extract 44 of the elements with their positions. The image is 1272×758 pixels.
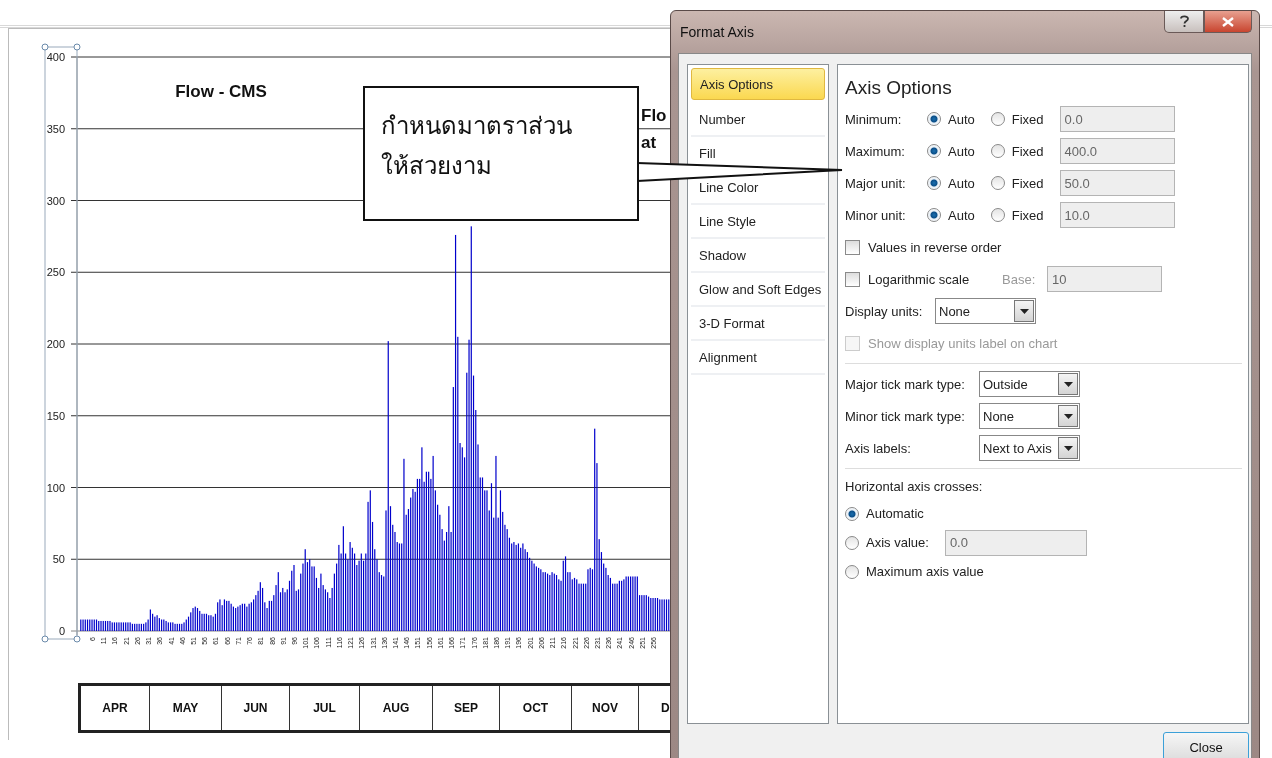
y-tick-label: 200	[46, 338, 65, 350]
checkbox-label: Logarithmic scale	[868, 271, 971, 287]
y-tick-label: 100	[46, 481, 65, 494]
section-heading: Axis Options	[845, 77, 953, 99]
y-tick-label: 0	[58, 625, 65, 637]
month-cell: MAY	[150, 686, 222, 730]
field-label: Base:	[1002, 271, 1037, 287]
chart-title: Flo	[641, 106, 667, 125]
field-label: Major tick mark type:	[845, 376, 966, 392]
month-cell: OCT	[500, 686, 572, 730]
y-tick-label: 50	[52, 553, 65, 566]
field-label: Minor unit:	[845, 207, 907, 223]
category-item[interactable]: Axis Options	[691, 68, 825, 100]
month-cell: JUN	[222, 686, 290, 730]
callout-text: กำหนดมาตราส่วน ให้สวยงาม	[363, 86, 639, 221]
chart-title: Flow - CMS	[175, 82, 267, 101]
checkbox-label: Values in reverse order	[868, 239, 1002, 255]
field-label: Display units:	[845, 303, 924, 319]
month-cell: AUG	[360, 686, 433, 730]
field-label: Minimum:	[845, 111, 903, 127]
checkbox-label: Show display units label on chart	[868, 335, 1058, 351]
y-tick-label: 350	[46, 122, 65, 135]
y-tick-label: 250	[46, 266, 65, 279]
field-label: Axis labels:	[845, 440, 912, 456]
field-label: Minor tick mark type:	[845, 408, 966, 424]
dropdown[interactable]: None	[979, 403, 1080, 429]
month-cell: JUL	[290, 686, 360, 730]
month-cell: SEP	[433, 686, 500, 730]
radio-button[interactable]: Automatic	[845, 506, 924, 521]
month-cell: APR	[81, 686, 150, 730]
dialog-title: Format Axis	[679, 24, 754, 40]
y-tick-label: 300	[46, 194, 65, 207]
dropdown[interactable]: None	[935, 298, 1036, 324]
dropdown[interactable]: Next to Axis	[979, 435, 1080, 461]
y-tick-label: 400	[46, 51, 65, 63]
radio-button[interactable]: Maximum axis value	[845, 564, 984, 579]
y-tick-label: 150	[46, 409, 65, 422]
group-label: Horizontal axis crosses:	[845, 478, 983, 494]
field-label: Major unit:	[845, 175, 907, 191]
chart-title: at	[641, 133, 657, 152]
close-button[interactable]: Close	[1163, 732, 1249, 758]
month-cell: NOV	[572, 686, 639, 730]
dropdown[interactable]: Outside	[979, 371, 1080, 397]
field-label: Maximum:	[845, 143, 906, 159]
